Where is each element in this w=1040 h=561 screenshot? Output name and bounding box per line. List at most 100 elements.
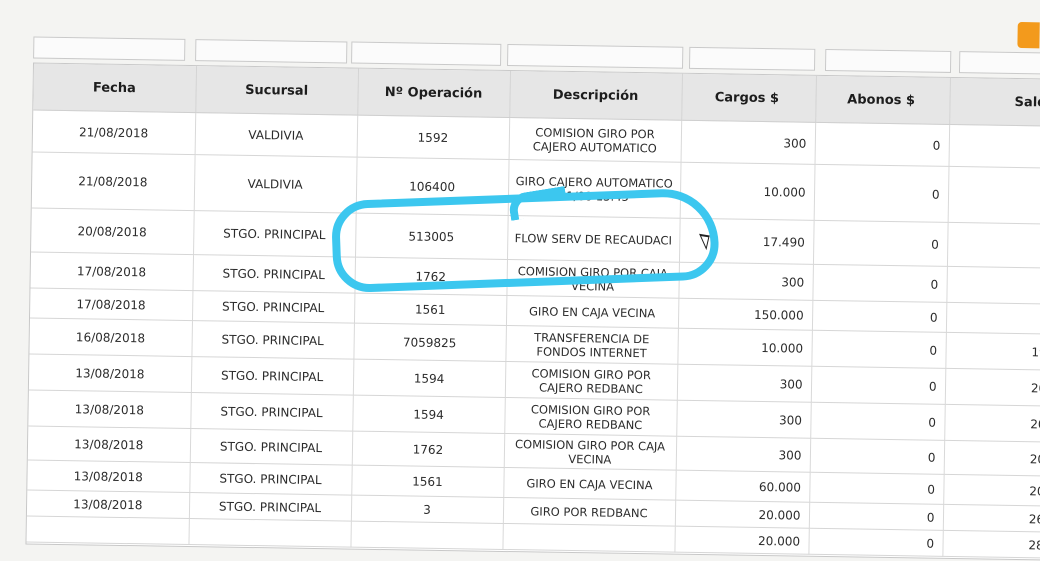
cell-sucursal: STGO. PRINCIPAL [189, 428, 353, 466]
cell-fecha: 16/08/2018 [29, 318, 192, 357]
screen: Fecha Sucursal Nº Operación Descripción … [0, 0, 1040, 561]
filter-sucursal-input[interactable] [195, 39, 348, 64]
header-saldo[interactable]: Saldo $ [949, 77, 1040, 127]
cell-descripcion: COMISION GIRO POR CAJERO REDBANC [504, 397, 677, 437]
cell-descripcion: TRANSFERENCIA DE FONDOS INTERNET [505, 325, 678, 365]
cell-cargos: 300 [676, 400, 811, 439]
cell-operacion: 1594 [352, 359, 506, 398]
cell-saldo: 25.33 [946, 222, 1040, 269]
cell-cargos: 20.000 [674, 500, 810, 529]
cell-saldo: 15 [948, 124, 1040, 169]
cell-operacion: 1592 [356, 115, 510, 160]
cell-operacion: 7059825 [353, 323, 506, 362]
cell-cargos: 150.000 [677, 298, 813, 331]
cell-operacion: 106400 [355, 157, 509, 216]
cell-abonos: 0 [809, 472, 944, 505]
cell-fecha: 17/08/2018 [30, 288, 193, 321]
cell-sucursal: STGO. PRINCIPAL [190, 392, 353, 432]
filter-descripcion-input[interactable] [507, 43, 684, 69]
cell-sucursal: VALDIVIA [194, 112, 358, 158]
cell-abonos: 0 [810, 402, 945, 441]
cell-fecha: 21/08/2018 [31, 152, 195, 211]
cell-saldo: 284.063 [942, 530, 1040, 559]
header-operacion[interactable]: Nº Operación [357, 68, 510, 118]
cell-abonos: 0 [811, 330, 946, 369]
cell-abonos: 0 [808, 502, 944, 531]
cell-abonos: 0 [812, 220, 948, 267]
cell-saldo: 203.463 [944, 404, 1040, 443]
cell-descripcion: COMISION GIRO POR CAJA VECINA [503, 433, 677, 471]
cell-cargos: 60.000 [675, 470, 810, 503]
cell-fecha: 13/08/2018 [26, 489, 190, 519]
cell-sucursal: STGO. PRINCIPAL [189, 462, 352, 496]
cell-descripcion: FLOW SERV DE RECAUDACI [506, 215, 680, 263]
transactions-table-container: Fecha Sucursal Nº Operación Descripción … [25, 62, 1040, 561]
table-body: 21/08/2018 VALDIVIA 1592 COMISION GIRO POR … [26, 110, 1040, 559]
filter-abonos-input[interactable] [824, 48, 952, 73]
cell-cargos: 300 [675, 436, 811, 473]
filter-saldo-input[interactable] [958, 51, 1040, 75]
orange-corner-button[interactable] [1017, 21, 1040, 49]
cell-sucursal: VALDIVIA [193, 154, 357, 214]
cell-fecha: 17/08/2018 [30, 252, 194, 291]
cell-abonos: 0 [813, 164, 949, 223]
cell-fecha: 13/08/2018 [27, 425, 191, 463]
cell-cargos: 10.000 [677, 328, 812, 367]
cell-operacion: 1762 [351, 431, 505, 468]
cell-sucursal: STGO. PRINCIPAL [190, 356, 354, 396]
cell-saldo: 15.3 [947, 166, 1040, 225]
cell-cargos: 17.490 [678, 218, 814, 265]
cell-cargos: 300 [680, 120, 816, 165]
cell-cargos: 10.000 [679, 162, 815, 221]
cell-saldo: 203.163 [944, 368, 1040, 407]
cell-sucursal: STGO. PRINCIPAL [192, 254, 356, 294]
cell-abonos: 0 [814, 122, 950, 167]
cell-saldo: 264.063 [942, 504, 1040, 533]
cell-operacion: 1561 [351, 465, 504, 498]
cell-saldo: 43.163 [945, 302, 1040, 335]
transactions-table: Fecha Sucursal Nº Operación Descripción … [26, 63, 1040, 560]
cell-cargos: 300 [678, 262, 813, 301]
cell-descripcion: GIRO POR REDBANC [502, 497, 676, 527]
cell-fecha [26, 515, 189, 545]
cell-fecha: 13/08/2018 [27, 459, 190, 493]
cell-sucursal: STGO. PRINCIPAL [191, 290, 355, 324]
header-abonos[interactable]: Abonos $ [815, 75, 950, 125]
cell-descripcion: GIRO EN CAJA VECINA [505, 295, 679, 329]
cell-abonos: 0 [811, 300, 947, 333]
header-fecha[interactable]: Fecha [33, 63, 196, 113]
cell-abonos: 0 [809, 438, 945, 475]
cell-descripcion: COMISION GIRO POR CAJA VECINA [506, 259, 679, 299]
cell-operacion: 3 [350, 495, 504, 524]
cell-operacion: 513005 [355, 213, 508, 260]
cell-descripcion: GIRO EN CAJA VECINA [503, 467, 676, 501]
cell-abonos: 0 [808, 528, 943, 557]
filter-cargos-input[interactable] [689, 46, 816, 71]
cell-sucursal: STGO. PRINCIPAL [191, 320, 354, 360]
cell-operacion: 1762 [354, 257, 507, 296]
cell-operacion: 1594 [352, 395, 505, 434]
cell-saldo: 193.163 [945, 332, 1040, 371]
cell-abonos: 0 [810, 366, 946, 405]
filter-fecha-input[interactable] [33, 36, 186, 61]
cell-saldo: 204.063 [943, 474, 1040, 507]
cell-operacion: 1561 [353, 293, 507, 326]
cell-fecha: 21/08/2018 [32, 110, 196, 155]
header-sucursal[interactable]: Sucursal [195, 66, 358, 116]
cell-fecha: 20/08/2018 [31, 208, 194, 255]
cell-fecha: 13/08/2018 [28, 354, 192, 393]
cell-abonos: 0 [812, 264, 947, 303]
cell-cargos: 300 [676, 364, 812, 403]
cell-fecha: 13/08/2018 [28, 390, 191, 429]
cell-descripcion [502, 523, 675, 553]
header-descripcion[interactable]: Descripción [509, 71, 682, 121]
cell-sucursal: STGO. PRINCIPAL [193, 210, 356, 258]
cell-operacion [350, 521, 503, 550]
cell-descripcion: COMISION GIRO POR CAJERO AUTOMATICO [508, 117, 682, 163]
cell-sucursal [188, 518, 351, 548]
cell-cargos: 20.000 [674, 526, 809, 555]
cell-saldo: 203.763 [943, 440, 1040, 477]
cell-descripcion: COMISION GIRO POR CAJERO REDBANC [504, 361, 678, 401]
header-cargos[interactable]: Cargos $ [681, 73, 816, 123]
filter-operacion-input[interactable] [351, 41, 502, 66]
